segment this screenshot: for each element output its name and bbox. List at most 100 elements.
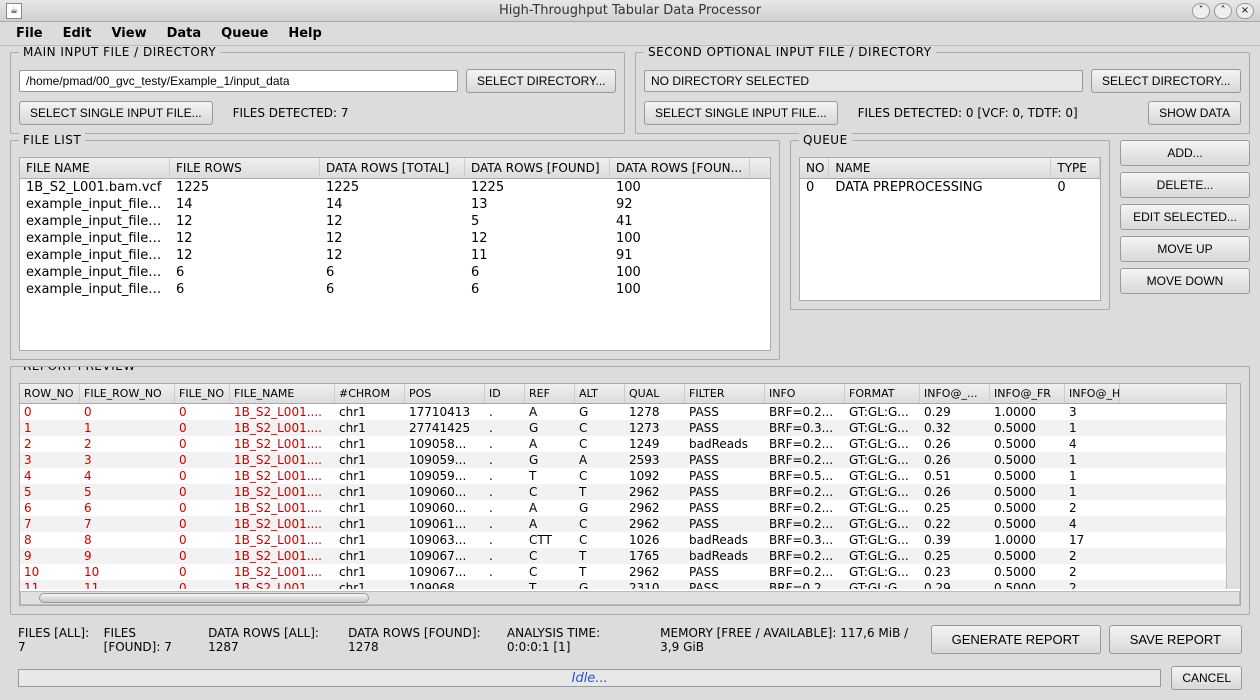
second-input-path[interactable] bbox=[644, 70, 1083, 92]
cancel-button[interactable]: CANCEL bbox=[1171, 666, 1242, 690]
queue-add-button[interactable]: ADD... bbox=[1120, 140, 1250, 166]
report-column-header[interactable]: ID bbox=[485, 384, 525, 403]
table-row[interactable]: 9901B_S2_L001....chr1109067....CT1765bad… bbox=[20, 548, 1226, 564]
table-cell: 2 bbox=[80, 436, 175, 452]
report-column-header[interactable]: POS bbox=[405, 384, 485, 403]
table-cell: example_input_file2... bbox=[20, 213, 170, 230]
table-row[interactable]: 3301B_S2_L001....chr1109059....GA2593PAS… bbox=[20, 452, 1226, 468]
table-row[interactable]: 7701B_S2_L001....chr1109061....AC2962PAS… bbox=[20, 516, 1226, 532]
report-column-header[interactable]: FORMAT bbox=[845, 384, 920, 403]
table-row[interactable]: 2201B_S2_L001....chr1109058....AC1249bad… bbox=[20, 436, 1226, 452]
table-row[interactable]: 4401B_S2_L001....chr1109059....TC1092PAS… bbox=[20, 468, 1226, 484]
queue-column-header[interactable]: NAME bbox=[829, 158, 1051, 178]
table-cell: BRF=0.2... bbox=[765, 548, 845, 564]
queue-edit-button[interactable]: EDIT SELECTED... bbox=[1120, 204, 1250, 230]
main-select-file-button[interactable]: SELECT SINGLE INPUT FILE... bbox=[19, 101, 213, 125]
close-icon[interactable]: × bbox=[1236, 3, 1254, 19]
table-row[interactable]: 1B_S2_L001.bam.vcf122512251225100 bbox=[20, 179, 770, 196]
table-cell: badReads bbox=[685, 548, 765, 564]
table-row[interactable]: example_input_file4...666100 bbox=[20, 264, 770, 281]
menu-edit[interactable]: Edit bbox=[55, 24, 100, 43]
show-data-button[interactable]: SHOW DATA bbox=[1148, 101, 1241, 125]
table-cell: 10 bbox=[80, 564, 175, 580]
table-row[interactable]: 6601B_S2_L001....chr1109060....AG2962PAS… bbox=[20, 500, 1226, 516]
menu-view[interactable]: View bbox=[103, 24, 154, 43]
file-list-column-header[interactable]: FILE NAME bbox=[20, 158, 170, 178]
table-cell: 0.32 bbox=[920, 420, 990, 436]
report-column-header[interactable]: #CHROM bbox=[335, 384, 405, 403]
table-cell: 0.5000 bbox=[990, 516, 1065, 532]
table-cell: PASS bbox=[685, 564, 765, 580]
table-cell: badReads bbox=[685, 436, 765, 452]
table-cell: 100 bbox=[610, 179, 750, 196]
table-row[interactable]: 1101B_S2_L001....chr127741425.GC1273PASS… bbox=[20, 420, 1226, 436]
save-report-button[interactable]: SAVE REPORT bbox=[1109, 625, 1242, 654]
table-cell: 0 bbox=[175, 580, 230, 589]
main-input-path[interactable] bbox=[19, 70, 458, 92]
queue-column-header[interactable]: TYPE bbox=[1051, 158, 1100, 178]
menu-data[interactable]: Data bbox=[159, 24, 210, 43]
report-column-header[interactable]: INFO bbox=[765, 384, 845, 403]
table-cell: chr1 bbox=[335, 548, 405, 564]
file-list-column-header[interactable]: DATA ROWS [TOTAL] bbox=[320, 158, 465, 178]
file-list-column-header[interactable]: DATA ROWS [FOUND] bbox=[465, 158, 610, 178]
table-cell: 0.29 bbox=[920, 580, 990, 589]
table-row[interactable]: example_input_file3...12121191 bbox=[20, 247, 770, 264]
status-rows-found: DATA ROWS [FOUND]: 1278 bbox=[348, 626, 493, 654]
maximize-icon[interactable]: ˄ bbox=[1214, 3, 1232, 19]
report-column-header[interactable]: INFO@_FR bbox=[990, 384, 1065, 403]
queue-column-header[interactable]: NO bbox=[800, 158, 829, 178]
table-cell: . bbox=[485, 484, 525, 500]
menu-help[interactable]: Help bbox=[280, 24, 329, 43]
queue-move-up-button[interactable]: MOVE UP bbox=[1120, 236, 1250, 262]
queue-move-down-button[interactable]: MOVE DOWN bbox=[1120, 268, 1250, 294]
table-cell: 1B_S2_L001.... bbox=[230, 564, 335, 580]
report-vertical-scrollbar[interactable] bbox=[1226, 384, 1240, 589]
table-cell: 0.26 bbox=[920, 452, 990, 468]
table-cell: 1B_S2_L001.... bbox=[230, 580, 335, 589]
table-cell: . bbox=[485, 500, 525, 516]
table-row[interactable]: example_input_file2...1212541 bbox=[20, 213, 770, 230]
report-column-header[interactable]: FILE_ROW_NO bbox=[80, 384, 175, 403]
file-list-column-header[interactable]: FILE ROWS bbox=[170, 158, 320, 178]
table-row[interactable]: example_input_file4...666100 bbox=[20, 281, 770, 298]
report-column-header[interactable]: INFO@_H bbox=[1065, 384, 1120, 403]
menu-queue[interactable]: Queue bbox=[213, 24, 276, 43]
table-cell: 1249 bbox=[625, 436, 685, 452]
report-column-header[interactable]: FILE_NAME bbox=[230, 384, 335, 403]
table-row[interactable]: example_input_file2...121212100 bbox=[20, 230, 770, 247]
table-cell: 12 bbox=[170, 213, 320, 230]
table-cell: 0 bbox=[175, 468, 230, 484]
queue-delete-button[interactable]: DELETE... bbox=[1120, 172, 1250, 198]
table-cell: 6 bbox=[320, 264, 465, 281]
table-row[interactable]: example_input_file1...14141392 bbox=[20, 196, 770, 213]
table-row[interactable]: 0001B_S2_L001....chr117710413.AG1278PASS… bbox=[20, 404, 1226, 420]
report-column-header[interactable]: FILE_NO bbox=[175, 384, 230, 403]
generate-report-button[interactable]: GENERATE REPORT bbox=[931, 625, 1101, 654]
report-column-header[interactable]: QUAL bbox=[625, 384, 685, 403]
table-row[interactable]: 101001B_S2_L001....chr1109067....CT2962P… bbox=[20, 564, 1226, 580]
report-column-header[interactable]: FILTER bbox=[685, 384, 765, 403]
table-row[interactable]: 0DATA PREPROCESSING0 bbox=[800, 179, 1100, 196]
second-input-panel: SECOND OPTIONAL INPUT FILE / DIRECTORY S… bbox=[635, 52, 1250, 134]
second-select-file-button[interactable]: SELECT SINGLE INPUT FILE... bbox=[644, 101, 838, 125]
table-cell: . bbox=[485, 436, 525, 452]
second-select-directory-button[interactable]: SELECT DIRECTORY... bbox=[1091, 69, 1241, 93]
table-cell: 1B_S2_L001.... bbox=[230, 516, 335, 532]
minimize-icon[interactable]: ˅ bbox=[1192, 3, 1210, 19]
report-column-header[interactable]: INFO@_... bbox=[920, 384, 990, 403]
menu-file[interactable]: File bbox=[8, 24, 51, 43]
table-cell: . bbox=[485, 516, 525, 532]
report-column-header[interactable]: ALT bbox=[575, 384, 625, 403]
report-horizontal-scrollbar[interactable] bbox=[20, 591, 1240, 605]
table-row[interactable]: 8801B_S2_L001....chr1109063....CTTC1026b… bbox=[20, 532, 1226, 548]
file-list-column-header[interactable]: DATA ROWS [FOUN... bbox=[610, 158, 750, 178]
table-cell: 1225 bbox=[170, 179, 320, 196]
main-select-directory-button[interactable]: SELECT DIRECTORY... bbox=[466, 69, 616, 93]
table-cell: A bbox=[525, 404, 575, 420]
report-column-header[interactable]: REF bbox=[525, 384, 575, 403]
table-cell: GT:GL:G... bbox=[845, 516, 920, 532]
table-row[interactable]: 111101B_S2_L001....chr1109068....TG2310P… bbox=[20, 580, 1226, 589]
report-column-header[interactable]: ROW_NO bbox=[20, 384, 80, 403]
table-row[interactable]: 5501B_S2_L001....chr1109060....CT2962PAS… bbox=[20, 484, 1226, 500]
